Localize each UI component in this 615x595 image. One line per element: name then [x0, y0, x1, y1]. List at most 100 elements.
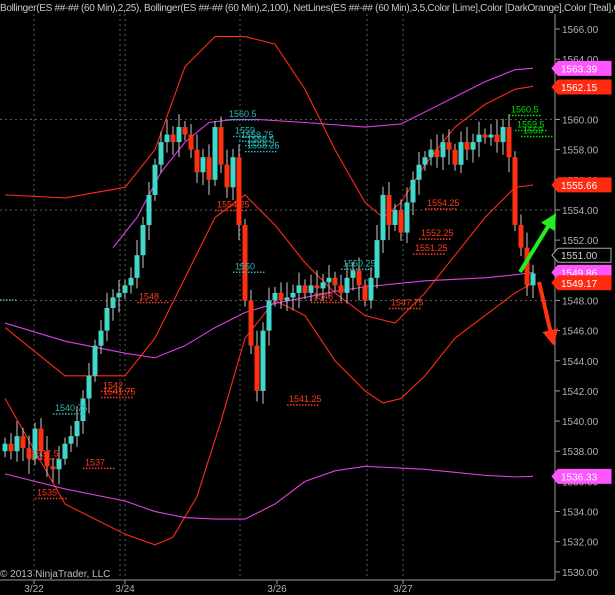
candle-body — [2, 443, 8, 452]
y-tick-label: 1552.00 — [562, 236, 599, 247]
candle-body — [386, 194, 392, 226]
candle-body — [224, 164, 230, 188]
candle-body — [140, 225, 146, 256]
y-tick-label: 1560.00 — [562, 115, 599, 126]
band-bollinger-25-upper — [4, 35, 534, 219]
candle-body — [14, 436, 20, 452]
net-line-label: 1541.75 — [103, 386, 136, 396]
candle-body — [20, 436, 26, 449]
candle-body — [458, 142, 464, 165]
candle-body — [500, 127, 506, 143]
candle-body — [206, 157, 212, 180]
candle-body — [194, 149, 200, 173]
candle-body — [74, 421, 80, 437]
candle-body — [356, 270, 362, 286]
net-line-label: 1550 — [235, 261, 255, 271]
candle-body — [452, 149, 458, 165]
y-tick-label: 1546.00 — [562, 327, 599, 338]
candle-body — [104, 307, 110, 331]
y-tick-label: 1538.00 — [562, 447, 599, 458]
candle-body — [188, 134, 194, 150]
candle-body — [182, 127, 188, 135]
net-line-label: 1558.25 — [247, 141, 280, 151]
candle-body — [302, 285, 308, 293]
candle-body — [464, 142, 470, 150]
candle-body — [98, 330, 104, 346]
candle-body — [296, 285, 302, 293]
candle-body — [506, 127, 512, 158]
candle-body — [110, 297, 116, 308]
candle-body — [470, 142, 476, 150]
y-tick-label: 1548.00 — [562, 296, 599, 307]
net-line-label: 1547.75 — [391, 297, 424, 307]
y-tick-label: 1534.00 — [562, 508, 599, 519]
green-up-arrow-icon — [518, 213, 557, 274]
candle-body — [476, 134, 482, 143]
candle-body — [482, 134, 488, 138]
net-line-label: 1541.25 — [289, 394, 322, 404]
price-marker-label: 1555.66 — [561, 181, 598, 192]
candle-body — [380, 194, 386, 241]
net-line-label: 1560.5 — [229, 109, 257, 119]
price-marker-label: 1536.33 — [561, 472, 598, 483]
candle-body — [146, 194, 152, 226]
net-line-label: 1552.25 — [421, 228, 454, 238]
candle-body — [170, 134, 176, 143]
y-tick-label: 1554.00 — [562, 206, 599, 217]
candle-body — [236, 157, 242, 226]
y-tick-label: 1530.00 — [562, 568, 599, 579]
candle-body — [8, 443, 14, 452]
candle-body — [200, 157, 206, 173]
candle-body — [404, 202, 410, 233]
band-bollinger-25-middle — [4, 184, 534, 377]
net-line-label: 1554.25 — [217, 199, 250, 209]
y-tick-label: 1558.00 — [562, 146, 599, 157]
candle-body — [212, 127, 218, 180]
candle-body — [56, 458, 62, 470]
price-chart-svg[interactable]: 3/22 3/24 3/26 3/27 1530.00 1532.00 1534.00 153… — [0, 0, 615, 595]
net-line-label: 1537 — [85, 457, 105, 467]
net-line-label: 1535 — [37, 487, 57, 497]
candle-body — [134, 255, 140, 278]
y-tick-label: 1566.00 — [562, 25, 599, 36]
candle-body — [494, 134, 500, 143]
red-down-arrow-icon — [537, 281, 558, 346]
candle-body — [122, 285, 128, 293]
candle-body — [266, 300, 272, 331]
net-line-label: 1548 — [139, 291, 159, 301]
net-line-label: 1551.25 — [415, 243, 448, 253]
net-line-label: 1537.5 — [31, 448, 59, 458]
candle-body — [518, 225, 524, 248]
price-marker-label: 1549.17 — [561, 279, 598, 290]
candle-body — [248, 300, 254, 346]
candle-body — [362, 285, 368, 301]
y-tick-label: 1540.00 — [562, 417, 599, 428]
candle-body — [218, 127, 224, 165]
candle-body — [152, 164, 158, 195]
copyright-text: © 2013 NinjaTrader, LLC — [0, 569, 111, 580]
net-line-label: 1554.25 — [427, 198, 460, 208]
candle-body — [164, 134, 170, 143]
candle-body — [116, 292, 122, 298]
ninjatrader-chart: 3/22 3/24 3/26 3/27 1530.00 1532.00 1534.00 153… — [0, 0, 615, 595]
x-tick-label: 3/26 — [267, 584, 287, 595]
candle-body — [92, 345, 98, 376]
candle-body — [260, 330, 266, 391]
candle-body — [368, 277, 374, 301]
x-tick-label: 3/22 — [24, 584, 44, 595]
candle-body — [254, 345, 260, 391]
price-marker-label: 1562.15 — [561, 83, 598, 94]
band-bollinger-100-upper — [112, 67, 534, 249]
candle-body — [326, 277, 332, 283]
price-marker-label: 1563.39 — [561, 64, 598, 75]
candle-body — [272, 292, 278, 301]
candle-body — [428, 149, 434, 158]
net-line-label: 1560.5 — [511, 104, 539, 114]
candle-body — [332, 277, 338, 286]
net-line-label: 1559 — [523, 126, 543, 136]
candle-body — [314, 285, 320, 289]
y-tick-label: 1542.00 — [562, 387, 599, 398]
candle-body — [158, 142, 164, 165]
net-line-label: 1540.75 — [55, 403, 88, 413]
candle-body — [230, 157, 236, 188]
